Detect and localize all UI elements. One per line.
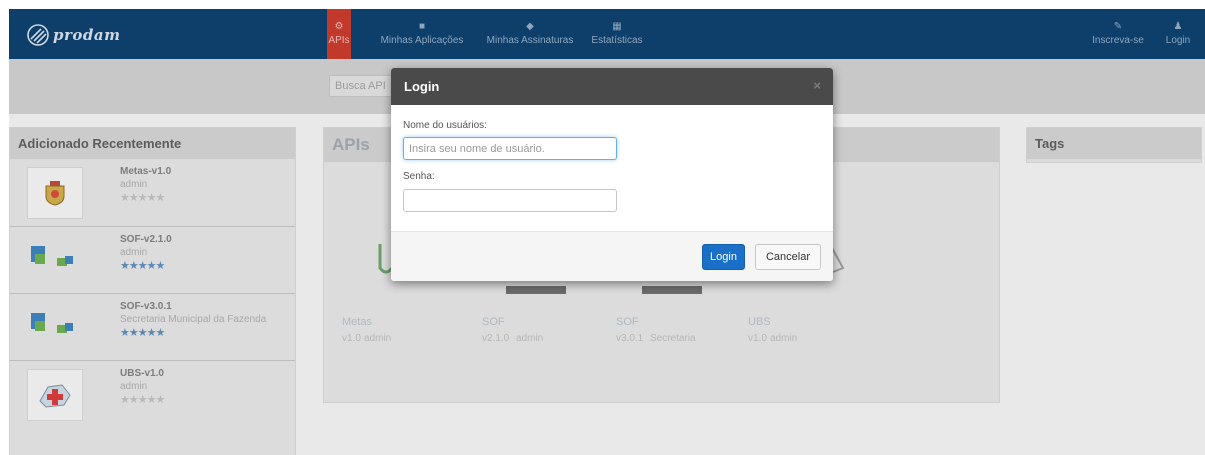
api-card-name[interactable]: Metas	[342, 316, 372, 328]
briefcase-icon: ■	[418, 21, 426, 32]
logo[interactable]: prodam	[27, 23, 120, 47]
gears-icon: ⚙	[334, 21, 344, 32]
cancel-button[interactable]: Cancelar	[755, 244, 821, 270]
login-modal: Login × Nome do usuários: Senha: Login C…	[391, 68, 833, 281]
nav-signup-label: Inscreva-se	[1092, 35, 1144, 46]
api-card-version: v1.0	[748, 333, 767, 344]
api-card-image-sof[interactable]	[642, 286, 702, 294]
nav-item-label: Minhas Aplicações	[380, 35, 464, 46]
app-frame: prodam ⚙ APIs ■ Minhas Aplicações ◆ Minh…	[9, 9, 1205, 455]
nav-item-minhas-assinaturas[interactable]: ◆ Minhas Assinaturas	[483, 9, 577, 59]
api-card-owner: admin	[516, 333, 544, 344]
username-input[interactable]	[403, 137, 617, 160]
recent-panel: Adicionado Recentemente Metas-v1.0 admin…	[9, 127, 296, 455]
api-card-owner: admin	[770, 333, 798, 344]
sof-logo-icon	[31, 313, 73, 333]
tag-icon: ◆	[526, 21, 534, 32]
sof-logo-icon	[31, 246, 73, 266]
api-card-version: v1.0	[342, 333, 361, 344]
rating-stars: ★★★★★	[120, 327, 165, 339]
list-item[interactable]: Metas-v1.0 admin ★★★★★	[10, 159, 295, 226]
close-icon[interactable]: ×	[813, 78, 821, 93]
api-owner: Secretaria Municipal da Fazenda	[120, 314, 267, 325]
health-map-icon	[39, 384, 71, 408]
nav-signup[interactable]: ✎ Inscreva-se	[1089, 9, 1147, 59]
api-thumbnail	[27, 369, 83, 421]
list-item[interactable]: UBS-v1.0 admin ★★★★★	[10, 360, 295, 428]
api-owner: admin	[120, 179, 148, 190]
prodam-logo-icon	[27, 24, 49, 46]
nav-item-label: APIs	[328, 35, 350, 46]
tags-panel-title: Tags	[1027, 128, 1201, 159]
api-thumbnail	[27, 302, 81, 352]
top-nav: prodam ⚙ APIs ■ Minhas Aplicações ◆ Minh…	[9, 9, 1205, 59]
api-card-name[interactable]: SOF	[616, 316, 639, 328]
rating-stars: ★★★★★	[120, 394, 165, 406]
tags-panel: Tags	[1026, 127, 1202, 163]
api-card-name[interactable]: SOF	[482, 316, 505, 328]
nav-item-estatisticas[interactable]: ▦ Estatísticas	[587, 9, 647, 59]
nav-item-label: Minhas Assinaturas	[486, 35, 574, 46]
api-name[interactable]: SOF-v3.0.1	[120, 301, 172, 312]
api-card-version: v2.1.0	[482, 333, 510, 344]
rating-stars: ★★★★★	[120, 192, 165, 204]
nav-item-minhas-aplicacoes[interactable]: ■ Minhas Aplicações	[377, 9, 467, 59]
modal-title: Login	[404, 79, 440, 94]
city-crest-icon	[45, 181, 65, 206]
api-owner: admin	[120, 247, 148, 258]
modal-header: Login ×	[391, 68, 833, 105]
logo-text: prodam	[53, 26, 121, 44]
login-button[interactable]: Login	[702, 244, 745, 270]
modal-footer: Login Cancelar	[391, 231, 833, 281]
api-card-owner: Secretaria	[650, 333, 696, 344]
password-label: Senha:	[403, 171, 435, 182]
api-card-image-sof[interactable]	[506, 286, 566, 294]
api-owner: admin	[120, 381, 148, 392]
list-item[interactable]: SOF-v3.0.1 Secretaria Municipal da Fazen…	[10, 293, 295, 361]
nav-login[interactable]: ♟ Login	[1161, 9, 1195, 59]
nav-item-apis[interactable]: ⚙ APIs	[327, 9, 351, 59]
password-input[interactable]	[403, 189, 617, 212]
api-card-name[interactable]: UBS	[748, 316, 771, 328]
nav-item-label: Estatísticas	[591, 35, 643, 46]
api-name[interactable]: Metas-v1.0	[120, 166, 171, 177]
api-card-owner: admin	[364, 333, 392, 344]
nav-login-label: Login	[1165, 35, 1191, 46]
edit-icon: ✎	[1113, 21, 1123, 32]
recent-panel-title: Adicionado Recentemente	[10, 128, 295, 159]
api-name[interactable]: SOF-v2.1.0	[120, 234, 172, 245]
list-item[interactable]: SOF-v2.1.0 admin ★★★★★	[10, 226, 295, 294]
rating-stars: ★★★★★	[120, 260, 165, 272]
api-thumbnail	[27, 235, 81, 285]
api-card-version: v3.0.1	[616, 333, 644, 344]
api-thumbnail	[27, 167, 83, 219]
api-name[interactable]: UBS-v1.0	[120, 368, 164, 379]
chart-icon: ▦	[612, 21, 622, 32]
username-label: Nome do usuários:	[403, 120, 487, 131]
user-icon: ♟	[1173, 21, 1183, 32]
